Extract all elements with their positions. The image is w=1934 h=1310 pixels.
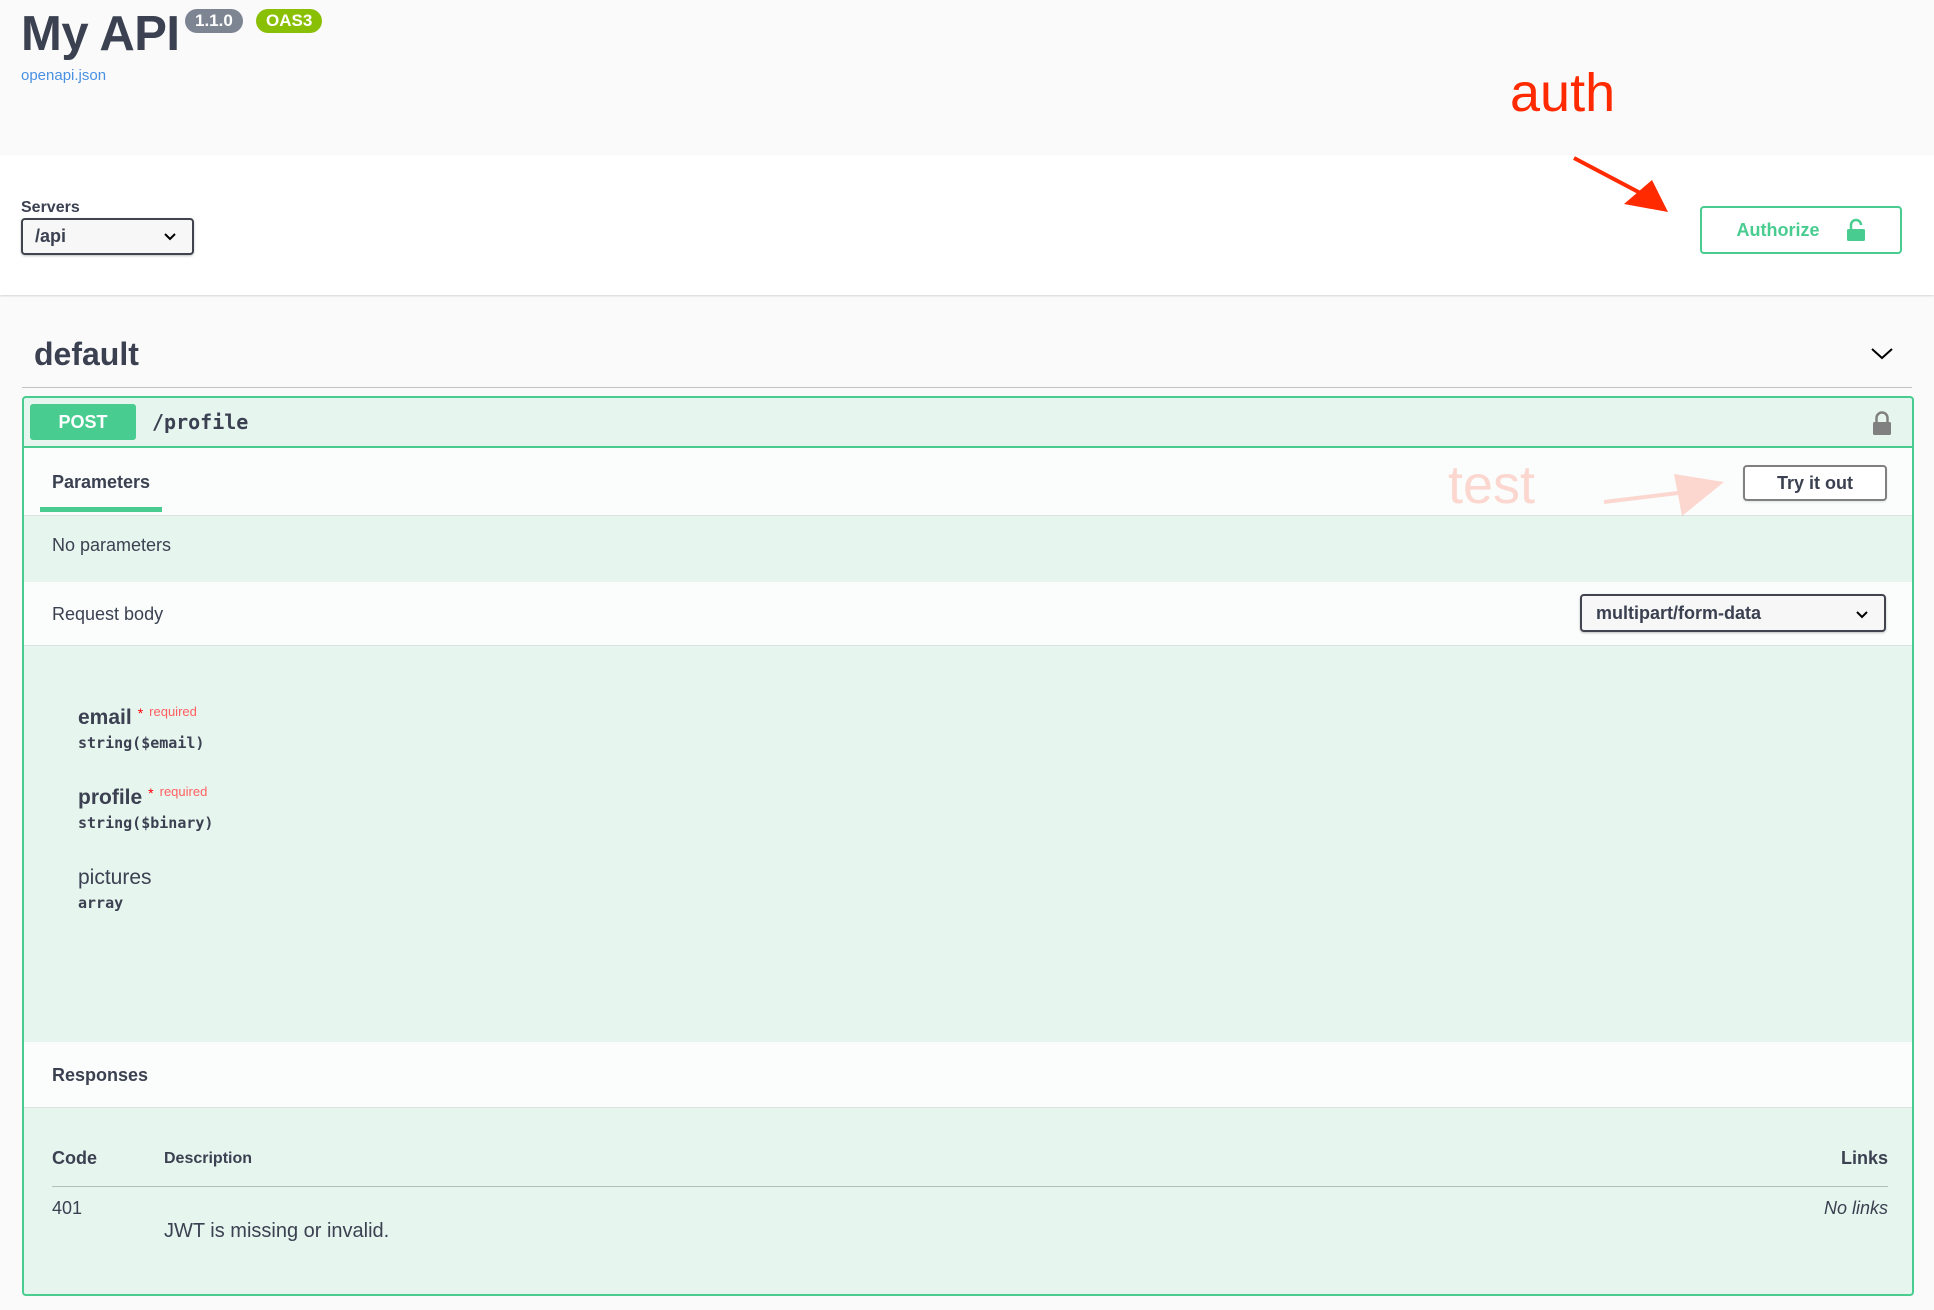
responses-header: Responses [24, 1042, 1912, 1108]
response-description: JWT is missing or invalid. [164, 1220, 390, 1242]
operation-path: /profile [152, 410, 249, 434]
property-type: string($binary) [78, 814, 214, 832]
annotation-auth: auth [1510, 63, 1616, 123]
property-email: email * required string($email) [78, 704, 205, 752]
response-code: 401 [52, 1198, 83, 1218]
column-header-code: Code [52, 1148, 97, 1168]
content-type-select[interactable]: multipart/form-data [1580, 594, 1886, 632]
authorize-button[interactable]: Authorize [1700, 206, 1902, 254]
property-profile: profile * required string($binary) [78, 784, 214, 832]
servers-select[interactable]: /api [21, 218, 194, 255]
operation-summary[interactable]: POST /profile [24, 398, 1912, 448]
response-links: No links [1823, 1198, 1888, 1218]
property-name: email [78, 706, 132, 729]
unlock-icon [1846, 218, 1865, 241]
required-star: * [137, 705, 144, 721]
chevron-down-icon [164, 233, 176, 241]
responses-label: Responses [52, 1065, 149, 1085]
api-title: My API [21, 7, 180, 61]
content-type-value: multipart/form-data [1596, 603, 1762, 623]
version-badge: 1.1.0 [185, 9, 243, 33]
property-name: pictures [78, 866, 152, 889]
tag-name: default [34, 336, 139, 372]
chevron-down-icon[interactable] [1870, 342, 1894, 366]
spec-link[interactable]: openapi.json [21, 67, 106, 84]
tab-parameters[interactable]: Parameters [52, 472, 150, 493]
property-pictures: pictures array [78, 866, 152, 912]
http-method-badge: POST [30, 404, 136, 440]
property-type: string($email) [78, 734, 205, 752]
request-body-header: Request body multipart/form-data [24, 582, 1912, 646]
annotation-arrow-auth [1573, 156, 1668, 212]
chevron-down-icon [1856, 611, 1868, 619]
api-info-header: My API 1.1.0 OAS3 openapi.json [0, 0, 1934, 155]
required-label: required [149, 704, 197, 719]
operation-block-post-profile: POST /profile Parameters Try it out No p… [22, 396, 1914, 1296]
required-label: required [159, 784, 208, 799]
parameters-header: Parameters Try it out [24, 448, 1912, 516]
oas-badge: OAS3 [256, 9, 323, 33]
lock-icon[interactable] [1872, 410, 1892, 436]
column-header-links: Links [1840, 1148, 1888, 1168]
property-type: array [78, 894, 124, 912]
property-name: profile [78, 786, 143, 809]
column-header-description: Description [164, 1150, 253, 1167]
servers-label: Servers [21, 199, 80, 216]
servers-selected-value: /api [35, 226, 67, 246]
request-body-label: Request body [52, 604, 164, 624]
try-it-out-button[interactable]: Try it out [1743, 465, 1887, 501]
tag-section-default[interactable]: default [22, 322, 1912, 388]
authorize-label: Authorize [1736, 219, 1820, 240]
required-star: * [148, 785, 154, 801]
tab-active-underline [40, 507, 162, 512]
no-parameters-text: No parameters [52, 535, 172, 555]
table-divider [52, 1186, 1888, 1187]
